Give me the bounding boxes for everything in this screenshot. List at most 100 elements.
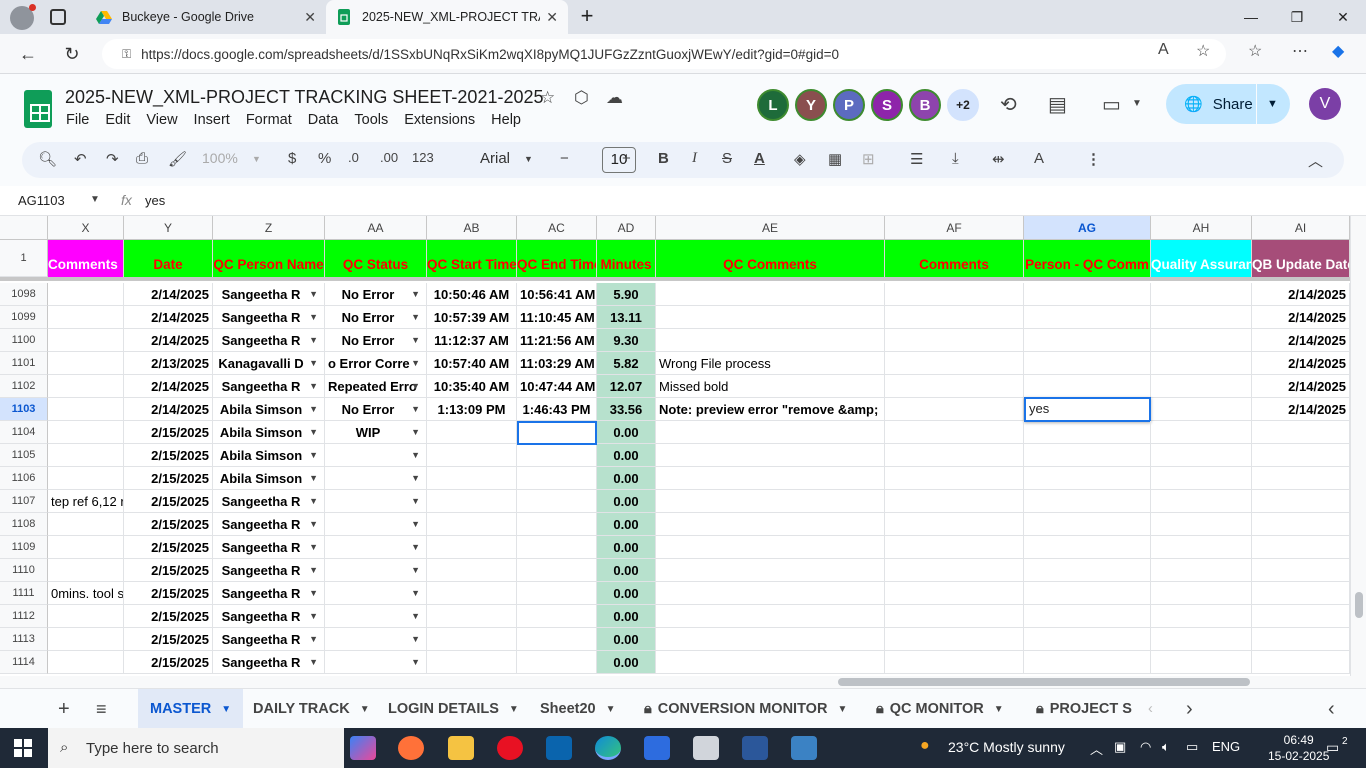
dropdown-chevron-icon[interactable]: ▼ — [309, 513, 318, 535]
row-header[interactable]: 1113 — [0, 628, 48, 651]
row-header[interactable]: 1107 — [0, 490, 48, 513]
chevron-down-icon[interactable]: ▼ — [994, 704, 1004, 715]
favorites-icon[interactable]: ☆ — [1248, 41, 1262, 61]
minutes-cell[interactable]: 0.00 — [597, 559, 656, 582]
person-qc-comment-cell[interactable] — [1024, 467, 1151, 490]
qc-person-cell[interactable]: Sangeetha R ▼ — [213, 513, 325, 536]
network-icon[interactable]: ▣ — [1114, 739, 1126, 755]
close-tab-icon[interactable]: ✕ — [546, 9, 558, 26]
qc-person-cell[interactable]: Sangeetha R ▼ — [213, 375, 325, 398]
chevron-down-icon[interactable]: ▼ — [837, 704, 847, 715]
row-header[interactable]: 1100 — [0, 329, 48, 352]
qc-person-cell[interactable]: Sangeetha R ▼ — [213, 651, 325, 674]
date-cell[interactable]: 2/14/2025 — [124, 306, 213, 329]
sheet-tab-conversion-monitor[interactable]: 🔒︎ CONVERSION MONITOR ▼ — [644, 689, 847, 729]
person-qc-comment-cell[interactable] — [1024, 628, 1151, 651]
user-avatar[interactable]: V — [1309, 88, 1341, 120]
header-cell[interactable]: QC End Time — [517, 240, 597, 277]
header-cell[interactable]: QC Start Time — [427, 240, 517, 277]
sheet-tab-project[interactable]: 🔒︎ PROJECT S — [1036, 689, 1132, 729]
date-cell[interactable]: 2/15/2025 — [124, 628, 213, 651]
dropdown-chevron-icon[interactable]: ▼ — [411, 467, 420, 489]
all-sheets-icon[interactable]: ≡ — [96, 689, 107, 729]
qc-comments-cell[interactable] — [656, 467, 885, 490]
restore-icon[interactable]: ❐ — [1274, 0, 1320, 34]
comments-cell[interactable] — [48, 536, 124, 559]
dropdown-chevron-icon[interactable]: ▼ — [411, 628, 420, 650]
file-explorer-icon[interactable] — [448, 736, 474, 760]
quality-assurance-cell[interactable] — [1151, 628, 1252, 651]
qc-person-cell[interactable]: Sangeetha R ▼ — [213, 559, 325, 582]
more-collaborators[interactable]: +2 — [947, 89, 979, 121]
qc-comments-cell[interactable] — [656, 329, 885, 352]
quality-assurance-cell[interactable] — [1151, 605, 1252, 628]
minutes-cell[interactable]: 13.11 — [597, 306, 656, 329]
row-header[interactable]: 1111 — [0, 582, 48, 605]
dropdown-chevron-icon[interactable]: ▼ — [411, 283, 420, 305]
dropdown-chevron-icon[interactable]: ▼ — [411, 651, 420, 673]
dropdown-chevron-icon[interactable]: ▼ — [309, 651, 318, 673]
calculator-icon[interactable] — [693, 736, 719, 760]
header-cell[interactable]: Comments — [885, 240, 1024, 277]
minutes-cell[interactable]: 0.00 — [597, 651, 656, 674]
date-cell[interactable]: 2/15/2025 — [124, 421, 213, 444]
qb-update-date-cell[interactable] — [1252, 559, 1350, 582]
header-cell[interactable]: QC Comments — [656, 240, 885, 277]
percent-button[interactable]: % — [318, 150, 331, 167]
qc-comments-cell[interactable] — [656, 306, 885, 329]
qc-status-cell[interactable]: ▼ — [325, 605, 427, 628]
dropdown-chevron-icon[interactable]: ▼ — [411, 398, 420, 420]
date-cell[interactable]: 2/14/2025 — [124, 329, 213, 352]
row-header[interactable]: 1104 — [0, 421, 48, 444]
number-format-button[interactable]: 123 — [412, 150, 434, 165]
sheet-tab-qc-monitor[interactable]: 🔒︎ QC MONITOR ▼ — [876, 689, 1004, 729]
scroll-tabs-right-icon[interactable]: › — [1186, 689, 1193, 729]
undo-icon[interactable]: ↶ — [74, 150, 87, 168]
row-header[interactable]: 1105 — [0, 444, 48, 467]
dropdown-chevron-icon[interactable]: ▼ — [411, 582, 420, 604]
quality-assurance-cell[interactable] — [1151, 283, 1252, 306]
close-window-icon[interactable]: ✕ — [1320, 0, 1366, 34]
browser-profile-icon[interactable] — [10, 4, 36, 30]
qb-update-date-cell[interactable] — [1252, 467, 1350, 490]
collapse-menus-icon[interactable]: ︿ — [1308, 150, 1323, 171]
comments-cell[interactable] — [48, 375, 124, 398]
menu-edit[interactable]: Edit — [97, 110, 138, 130]
qb-update-date-cell[interactable] — [1252, 651, 1350, 674]
qc-end-time-cell[interactable] — [517, 628, 597, 651]
qc-comments-cell[interactable] — [656, 605, 885, 628]
qc-comments-cell[interactable]: Missed bold — [656, 375, 885, 398]
qc-start-time-cell[interactable] — [427, 444, 517, 467]
borders-icon[interactable]: ▦ — [828, 150, 842, 168]
qc-start-time-cell[interactable] — [427, 467, 517, 490]
qb-update-date-cell[interactable] — [1252, 513, 1350, 536]
minutes-cell[interactable]: 0.00 — [597, 467, 656, 490]
qc-start-time-cell[interactable]: 10:57:40 AM — [427, 352, 517, 375]
comments-af-cell[interactable] — [885, 329, 1024, 352]
column-header[interactable]: AA — [325, 216, 427, 240]
scroll-tabs-left-icon[interactable]: ‹ — [1148, 689, 1153, 729]
favorite-star-icon[interactable]: ☆ — [1196, 41, 1210, 61]
text-rotation-icon[interactable]: A — [1034, 150, 1044, 167]
comments-af-cell[interactable] — [885, 375, 1024, 398]
close-tab-icon[interactable]: ✕ — [304, 9, 316, 26]
person-qc-comment-cell[interactable] — [1024, 582, 1151, 605]
text-wrapping-icon[interactable]: ⇹ — [992, 150, 1005, 168]
qc-person-cell[interactable]: Sangeetha R ▼ — [213, 490, 325, 513]
spreadsheet-grid[interactable]: X Y Z AA AB AC AD AE AF AG AH AI 1 Comments Date QC Per… — [0, 216, 1366, 676]
site-info-icon[interactable]: ⚿ — [122, 47, 131, 62]
qc-status-cell[interactable]: o Error Corre ▼ — [325, 352, 427, 375]
notifications-icon[interactable]: ▭ — [1326, 739, 1339, 756]
opera-icon[interactable] — [497, 736, 523, 760]
comments-af-cell[interactable] — [885, 628, 1024, 651]
menu-extensions[interactable]: Extensions — [396, 110, 483, 130]
qc-start-time-cell[interactable] — [427, 536, 517, 559]
minutes-cell[interactable]: 5.90 — [597, 283, 656, 306]
comments-af-cell[interactable] — [885, 513, 1024, 536]
chevron-down-icon[interactable]: ▼ — [360, 704, 370, 715]
vertical-align-icon[interactable]: ⤓ — [952, 150, 959, 167]
person-qc-comment-cell[interactable] — [1024, 352, 1151, 375]
chevron-down-icon[interactable]: ▼ — [1267, 98, 1278, 110]
sheet-tab-sheet20[interactable]: Sheet20 ▼ — [540, 689, 616, 729]
qc-end-time-cell[interactable]: 10:56:41 AM — [517, 283, 597, 306]
